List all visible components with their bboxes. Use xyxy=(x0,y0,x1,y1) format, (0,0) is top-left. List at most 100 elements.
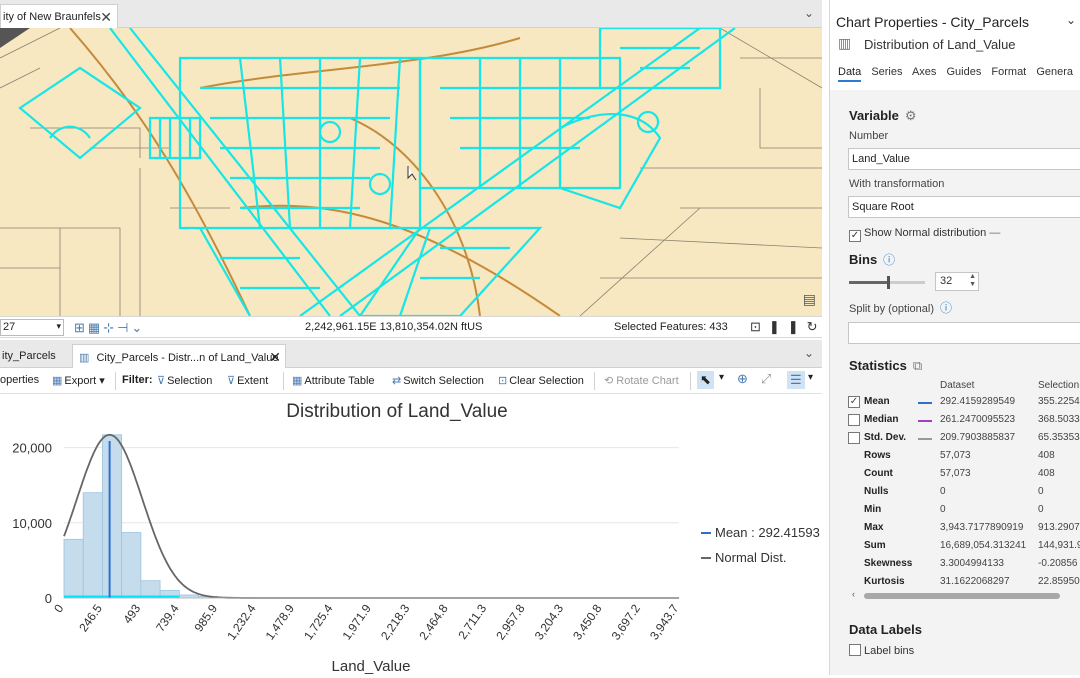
stat-dataset-value: 16,689,054.313241 xyxy=(940,540,1026,551)
chevron-down-icon[interactable]: ▾ xyxy=(808,372,813,383)
map-tab[interactable]: ity of New Braunfels ✕ xyxy=(0,4,118,28)
checkbox-checked-icon[interactable]: ✓ xyxy=(848,396,860,408)
split-by-label: Split by (optional) xyxy=(849,303,934,315)
filter-extent-button[interactable]: ⊽Extent xyxy=(227,374,268,387)
tab-data[interactable]: Data xyxy=(838,66,861,82)
close-icon[interactable]: ✕ xyxy=(269,349,281,366)
coordinate-readout: 2,242,961.15E 13,810,354.02N ftUS xyxy=(305,321,482,333)
stat-name: Sum xyxy=(864,540,886,551)
checkbox-icon[interactable] xyxy=(848,432,860,444)
stat-name: Kurtosis xyxy=(864,576,905,587)
export-icon: ▦ xyxy=(52,375,62,387)
tab-format[interactable]: Format xyxy=(991,66,1026,78)
tab-city-parcels[interactable]: ity_Parcels xyxy=(0,344,64,368)
tab-series[interactable]: Series xyxy=(871,66,902,78)
clear-icon: ⊡ xyxy=(498,375,507,387)
close-icon[interactable]: ✕ xyxy=(100,9,112,26)
stat-selection-value: -0.20856 xyxy=(1038,558,1077,569)
chevron-left-icon[interactable]: ‹ xyxy=(852,589,855,599)
checkbox-icon[interactable] xyxy=(848,414,860,426)
chart-area: Distribution of Land_Value 010,00020,000… xyxy=(0,395,822,675)
list-icon[interactable]: ☰ xyxy=(787,371,805,389)
stats-scrollbar[interactable]: ‹ xyxy=(848,590,1080,602)
chart-toolbar: operties ▦Export ▾ Filter: ⊽Selection ⊽E… xyxy=(0,368,822,394)
stat-row: Nulls00 xyxy=(848,486,1080,504)
tab-distribution-chart[interactable]: ▥ City_Parcels - Distr...n of Land_Value… xyxy=(72,344,286,368)
attribute-table-button[interactable]: ▦Attribute Table xyxy=(292,374,375,387)
split-by-field[interactable] xyxy=(848,322,1080,344)
stat-row[interactable]: ✓Mean292.4159289549355.2254 xyxy=(848,396,1080,414)
chart-title: Distribution of Land_Value xyxy=(286,401,507,422)
properties-button[interactable]: operties xyxy=(0,374,39,386)
map-status-bar: 27 ▾ ⊞▦⊹⊣⌄ 2,242,961.15E 13,810,354.02N … xyxy=(0,316,822,338)
stat-name: Max xyxy=(864,522,883,533)
info-icon[interactable]: ⓘ xyxy=(940,301,952,315)
spinner-icon[interactable]: ▲▼ xyxy=(969,273,976,289)
stat-selection-value: 22.85950 xyxy=(1038,576,1080,587)
stat-row[interactable]: Median261.2470095523368.5033 xyxy=(848,414,1080,432)
tab-general[interactable]: Genera xyxy=(1036,66,1073,78)
clear-selection-button[interactable]: ⊡Clear Selection xyxy=(498,374,584,387)
chevron-down-icon[interactable]: ⌄ xyxy=(804,346,814,360)
full-extent-icon[interactable]: ⤢ xyxy=(761,371,771,387)
chevron-down-icon[interactable]: ▾ xyxy=(719,372,724,383)
copy-icon[interactable]: ⧉ xyxy=(913,358,922,373)
basemap-icon[interactable]: ▤ xyxy=(803,291,816,308)
number-field[interactable]: Land_Value xyxy=(848,148,1080,170)
label-bins-option[interactable]: Label bins xyxy=(849,644,914,657)
stat-name: Median xyxy=(864,414,898,425)
chevron-down-icon[interactable]: ⌄ xyxy=(1066,13,1076,27)
bins-section: Bins ⓘ xyxy=(849,251,895,268)
slider-handle[interactable] xyxy=(887,276,890,289)
transformation-select[interactable]: Square Root xyxy=(848,196,1080,218)
bins-heading: Bins xyxy=(849,252,877,267)
map-view[interactable]: ▤ xyxy=(0,28,822,316)
zoom-in-icon[interactable]: ⊕ xyxy=(737,371,748,387)
map-status-icons[interactable]: ⊡❚❚↻ xyxy=(750,319,826,335)
scroll-thumb[interactable] xyxy=(864,593,1060,599)
export-button[interactable]: ▦Export ▾ xyxy=(52,374,105,387)
parcel-map xyxy=(0,28,822,316)
histogram-chart[interactable]: Distribution of Land_Value 010,00020,000… xyxy=(0,395,822,675)
scale-value: 27 xyxy=(3,321,15,333)
export-label: Export xyxy=(64,375,96,387)
stat-row: Sum16,689,054.313241144,931.9 xyxy=(848,540,1080,558)
switch-selection-label: Switch Selection xyxy=(403,375,484,387)
stat-selection-value: 408 xyxy=(1038,450,1055,461)
filter-label: Filter: xyxy=(122,374,153,386)
histogram-icon: ▥ xyxy=(838,35,851,52)
stat-selection-value: 0 xyxy=(1038,486,1044,497)
select-tool-icon[interactable]: ⬉ xyxy=(697,371,714,389)
filter-selection-button[interactable]: ⊽Selection xyxy=(157,374,212,387)
stat-dataset-value: 3.3004994133 xyxy=(940,558,1004,569)
chevron-down-icon[interactable]: ⌄ xyxy=(804,6,814,20)
chevron-down-icon: ▾ xyxy=(56,321,61,332)
checkbox-checked-icon[interactable]: ✓ xyxy=(849,230,861,242)
checkbox-icon[interactable] xyxy=(849,644,861,656)
transformation-label: With transformation xyxy=(849,178,944,190)
x-tick-label: 1,478.9 xyxy=(263,601,298,642)
x-tick-label: 1,232.4 xyxy=(224,601,259,642)
switch-selection-button[interactable]: ⇄Switch Selection xyxy=(392,374,484,387)
split-by-label-wrap: Split by (optional) ⓘ xyxy=(849,299,952,316)
show-normal-option[interactable]: ✓Show Normal distribution — xyxy=(849,227,1000,242)
extent-label: Extent xyxy=(237,375,268,387)
info-icon[interactable]: ⓘ xyxy=(883,253,895,267)
bins-stepper[interactable]: 32▲▼ xyxy=(935,272,979,291)
stat-dataset-value: 209.7903885837 xyxy=(940,432,1015,443)
x-tick-label: 3,450.8 xyxy=(570,601,605,642)
map-nav-tools[interactable]: ⊞▦⊹⊣⌄ xyxy=(74,320,145,336)
bins-slider[interactable] xyxy=(849,281,925,284)
gear-icon[interactable]: ⚙ xyxy=(905,108,917,123)
tab-axes[interactable]: Axes xyxy=(912,66,936,78)
rotate-chart-button[interactable]: ⟲ Rotate Chart xyxy=(604,374,679,387)
stat-row: Skewness3.3004994133-0.20856 xyxy=(848,558,1080,576)
stat-row[interactable]: Std. Dev.209.790388583765.35353 xyxy=(848,432,1080,450)
tab-guides[interactable]: Guides xyxy=(946,66,981,78)
legend-label: Mean : 292.41593 xyxy=(715,525,820,540)
x-tick-label: 3,204.3 xyxy=(532,601,567,642)
scale-selector[interactable]: 27 ▾ xyxy=(0,319,64,336)
chart-icon: ▥ xyxy=(79,352,89,364)
x-tick-label: 739.4 xyxy=(153,601,182,634)
selected-features-count[interactable]: Selected Features: 433 xyxy=(614,321,728,333)
